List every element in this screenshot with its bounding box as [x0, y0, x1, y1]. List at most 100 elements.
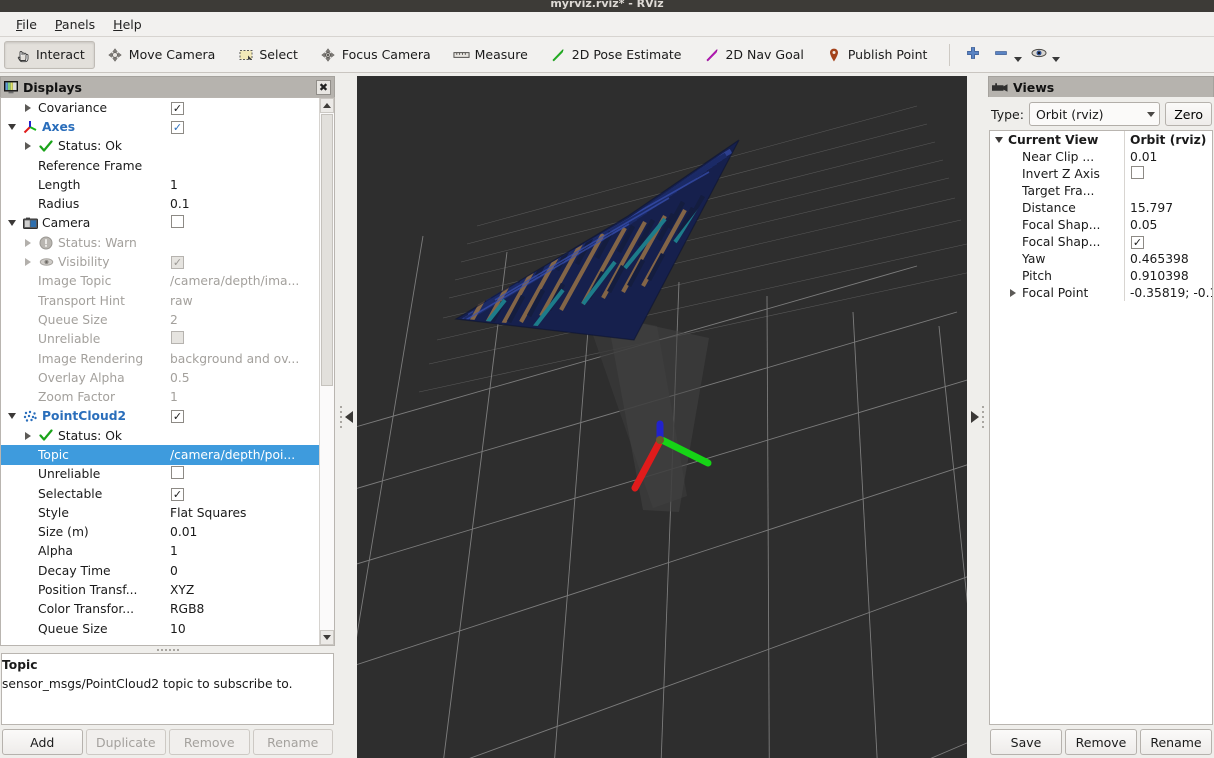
left-splitter[interactable]	[335, 76, 357, 758]
display-property-row[interactable]: Radius 0.1	[1, 194, 321, 213]
property-checkbox[interactable]: ✓	[171, 256, 184, 270]
views-remove-button[interactable]: Remove	[1065, 729, 1137, 755]
display-property-row[interactable]: Position Transf... XYZ	[1, 580, 321, 599]
property-value-cell[interactable]: 0.1	[169, 197, 321, 211]
view-property-value-cell[interactable]: 0.01	[1125, 150, 1212, 164]
property-value-cell[interactable]: RGB8	[169, 602, 321, 616]
property-value-cell[interactable]	[169, 466, 321, 482]
property-checkbox[interactable]	[171, 466, 184, 480]
display-property-row[interactable]: Image Rendering background and ov...	[1, 349, 321, 368]
triangle-right-icon[interactable]	[971, 411, 979, 423]
tool-move-camera[interactable]: Move Camera	[97, 41, 226, 69]
displays-scrollbar[interactable]	[319, 98, 334, 645]
duplicate-button[interactable]: Duplicate	[85, 729, 166, 755]
view-property-row[interactable]: Focal Shap... 0.05	[990, 216, 1212, 233]
tool-publish-point[interactable]: Publish Point	[816, 41, 938, 69]
minus-dropdown-caret[interactable]	[1014, 56, 1023, 62]
minus-button[interactable]	[988, 42, 1014, 68]
expander-collapse-icon[interactable]	[992, 136, 1005, 143]
view-property-value-cell[interactable]	[1125, 165, 1212, 182]
view-property-row[interactable]: Distance 15.797	[990, 199, 1212, 216]
display-property-row[interactable]: Queue Size 10	[1, 619, 321, 638]
property-value-cell[interactable]: XYZ	[169, 583, 321, 597]
close-icon[interactable]: ✖	[316, 79, 331, 95]
scroll-down-button[interactable]	[320, 630, 334, 645]
display-property-row[interactable]: Overlay Alpha 0.5	[1, 368, 321, 387]
display-property-row[interactable]: Camera	[1, 214, 321, 233]
property-value-cell[interactable]: 0.01	[169, 525, 321, 539]
tool-measure[interactable]: Measure	[443, 41, 538, 69]
display-property-row[interactable]: Size (m) 0.01	[1, 523, 321, 542]
display-property-row[interactable]: Status: Ok	[1, 137, 321, 156]
property-checkbox[interactable]	[171, 331, 184, 345]
property-value-cell[interactable]: 0.5	[169, 371, 321, 385]
display-property-row[interactable]: Queue Size 2	[1, 310, 321, 329]
expander-expand-icon[interactable]	[21, 431, 34, 440]
expander-collapse-icon[interactable]	[5, 220, 18, 227]
property-value-cell[interactable]: ✓	[169, 487, 321, 501]
view-property-value-cell[interactable]: 15.797	[1125, 201, 1212, 215]
property-value-cell[interactable]	[169, 215, 321, 231]
view-property-checkbox[interactable]: ✓	[1131, 235, 1144, 249]
display-property-row[interactable]: Covariance ✓	[1, 98, 321, 117]
tool-2d-pose-estimate[interactable]: 2D Pose Estimate	[540, 41, 692, 69]
property-value-cell[interactable]: /camera/depth/poi...	[169, 448, 321, 462]
property-value-cell[interactable]	[169, 331, 321, 347]
expander-expand-icon[interactable]	[21, 238, 34, 247]
property-value-cell[interactable]: 1	[169, 544, 321, 558]
view-property-row[interactable]: Focal Point -0.35819; -0.1	[990, 284, 1212, 301]
visibility-button[interactable]	[1026, 42, 1052, 68]
menu-file[interactable]: File	[8, 15, 45, 34]
tool-2d-nav-goal[interactable]: 2D Nav Goal	[693, 41, 813, 69]
property-checkbox[interactable]	[171, 215, 184, 229]
visibility-dropdown-caret[interactable]	[1052, 56, 1061, 62]
expander-expand-icon[interactable]	[21, 258, 34, 267]
plus-button[interactable]	[960, 42, 986, 68]
display-property-row[interactable]: Axes ✓	[1, 117, 321, 136]
display-property-row[interactable]: Status: Warn	[1, 233, 321, 252]
triangle-left-icon[interactable]	[344, 411, 353, 423]
display-property-row[interactable]: Alpha 1	[1, 542, 321, 561]
zero-button[interactable]: Zero	[1165, 102, 1212, 126]
display-property-row[interactable]: PointCloud2 ✓	[1, 407, 321, 426]
views-save-button[interactable]: Save	[990, 729, 1062, 755]
display-property-row[interactable]: Reference Frame	[1, 156, 321, 175]
display-property-row[interactable]: Image Topic/camera/depth/ima...	[1, 272, 321, 291]
property-value-cell[interactable]: 10	[169, 622, 321, 636]
displays-splitter-handle[interactable]	[0, 646, 335, 653]
view-type-select[interactable]: Orbit (rviz)	[1028, 102, 1161, 126]
3d-viewport[interactable]	[357, 76, 967, 758]
views-tree[interactable]: Current View Orbit (rviz) Near Clip ... 0.0…	[989, 130, 1213, 725]
view-property-row[interactable]: Current View Orbit (rviz)	[990, 131, 1212, 148]
property-value-cell[interactable]: ✓	[169, 255, 321, 270]
view-property-value-cell[interactable]: 0.05	[1125, 218, 1212, 232]
right-splitter[interactable]	[967, 76, 988, 758]
tool-select[interactable]: Select	[227, 41, 308, 69]
view-property-row[interactable]: Near Clip ... 0.01	[990, 148, 1212, 165]
property-value-cell[interactable]: 1	[169, 390, 321, 404]
displays-tree[interactable]: Covariance ✓ Axes ✓ Status: Ok Reference Fram…	[1, 98, 321, 645]
view-property-value-cell[interactable]: ✓	[1125, 235, 1212, 249]
property-value-cell[interactable]: 1	[169, 178, 321, 192]
display-property-row[interactable]: Selectable ✓	[1, 484, 321, 503]
property-value-cell[interactable]: ✓	[169, 409, 321, 424]
view-property-value-cell[interactable]: 0.910398	[1125, 269, 1212, 283]
property-value-cell[interactable]: Flat Squares	[169, 506, 321, 520]
display-property-row[interactable]: Transport Hint raw	[1, 291, 321, 310]
view-property-row[interactable]: Focal Shap... ✓	[990, 233, 1212, 250]
remove-button[interactable]: Remove	[169, 729, 250, 755]
scroll-up-button[interactable]	[320, 98, 334, 113]
expander-expand-icon[interactable]	[21, 142, 34, 151]
view-property-row[interactable]: Yaw 0.465398	[990, 250, 1212, 267]
view-property-value-cell[interactable]: -0.35819; -0.1	[1125, 286, 1212, 300]
views-rename-button[interactable]: Rename	[1140, 729, 1212, 755]
menu-panels[interactable]: Panels	[47, 15, 103, 34]
property-value-cell[interactable]: /camera/depth/ima...	[169, 274, 321, 288]
property-checkbox[interactable]: ✓	[171, 410, 184, 424]
property-value-cell[interactable]: ✓	[169, 120, 321, 134]
display-property-row[interactable]: Unreliable	[1, 465, 321, 484]
expander-collapse-icon[interactable]	[5, 413, 18, 420]
display-property-row[interactable]: Zoom Factor 1	[1, 387, 321, 406]
property-checkbox[interactable]: ✓	[171, 120, 184, 134]
display-property-row[interactable]: Unreliable	[1, 330, 321, 349]
